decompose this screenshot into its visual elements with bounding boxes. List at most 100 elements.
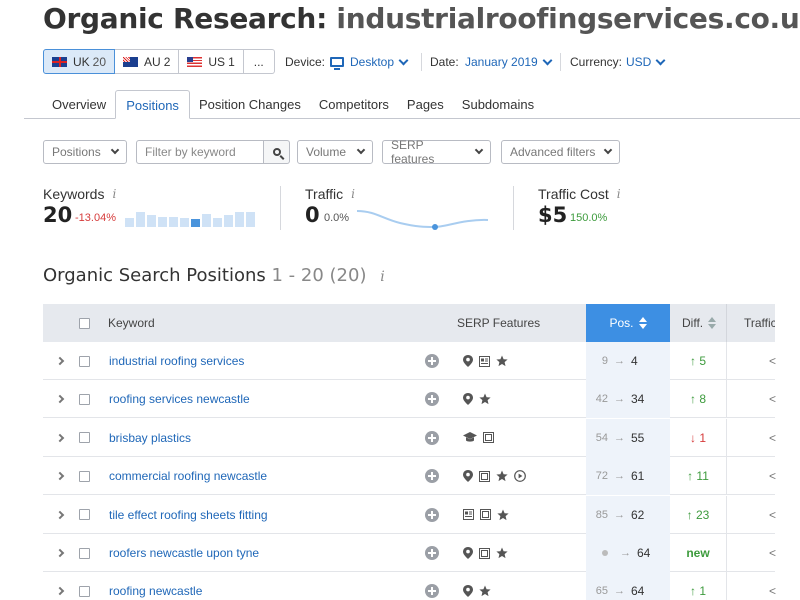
plus-circle-icon xyxy=(425,354,439,368)
plus-circle-icon xyxy=(425,392,439,407)
row-checkbox[interactable] xyxy=(79,432,90,444)
keyword-link[interactable]: tile effect roofing sheets fitting xyxy=(109,508,268,522)
col-keyword[interactable]: Keyword xyxy=(108,304,155,342)
db-us-button[interactable]: US 1 xyxy=(179,49,244,74)
keyword-link[interactable]: roofing newcastle xyxy=(109,584,202,598)
tab-positions[interactable]: Positions xyxy=(115,90,190,119)
star-icon xyxy=(479,393,491,405)
db-count: 1 xyxy=(228,54,235,69)
add-to-list-button[interactable] xyxy=(425,572,439,600)
col-diff[interactable]: Diff. xyxy=(682,304,717,342)
db-uk-button[interactable]: UK 20 xyxy=(43,49,116,74)
col-serp-features[interactable]: SERP Features xyxy=(457,304,540,342)
chevron-down-icon xyxy=(356,145,366,155)
add-to-list-button[interactable] xyxy=(425,380,439,418)
tab-subdomains[interactable]: Subdomains xyxy=(453,90,543,118)
chevron-right-icon xyxy=(55,356,65,366)
expand-row-button[interactable] xyxy=(55,419,65,457)
keyword-link[interactable]: brisbay plastics xyxy=(109,431,191,445)
section-title: Organic Search Positions xyxy=(43,265,266,286)
add-to-list-button[interactable] xyxy=(425,534,439,572)
arrow-right-icon: → xyxy=(614,431,625,444)
expand-row-button[interactable] xyxy=(55,534,65,572)
serp-features-filter[interactable]: SERP features xyxy=(382,138,491,166)
date-dropdown[interactable]: January 2019 xyxy=(465,55,553,69)
info-icon[interactable]: i xyxy=(112,187,116,201)
traffic-value-clipped: < xyxy=(769,354,777,368)
row-checkbox[interactable] xyxy=(79,470,90,482)
row-checkbox[interactable] xyxy=(79,355,90,367)
chevron-down-icon xyxy=(474,145,484,155)
info-icon[interactable]: i xyxy=(617,187,621,201)
divider xyxy=(513,186,514,230)
arrow-right-icon: → xyxy=(620,547,631,559)
info-icon[interactable]: i xyxy=(380,269,384,285)
row-checkbox[interactable] xyxy=(79,585,90,597)
db-count: 2 xyxy=(163,54,171,69)
keyword-link[interactable]: roofers newcastle upon tyne xyxy=(109,546,259,560)
add-to-list-button[interactable] xyxy=(425,457,439,495)
position-diff: ↑ 8 xyxy=(689,392,706,407)
serp-features-cell xyxy=(463,380,491,418)
row-checkbox[interactable] xyxy=(79,509,90,521)
add-to-list-button[interactable] xyxy=(425,419,439,457)
position-cell: 42 → 34 xyxy=(586,380,670,419)
col-traffic[interactable]: Traffic xyxy=(744,304,777,342)
row-checkbox[interactable] xyxy=(79,393,90,405)
volume-filter[interactable]: Volume xyxy=(297,140,373,164)
db-au-button[interactable]: AU 2 xyxy=(115,49,180,74)
expand-row-button[interactable] xyxy=(55,572,65,600)
section-range: 1 - 20 (20) xyxy=(271,265,367,286)
expand-row-button[interactable] xyxy=(55,380,65,418)
add-to-list-button[interactable] xyxy=(425,496,439,534)
row-checkbox-cell[interactable] xyxy=(79,380,90,418)
diff-cell: ↑ 8 xyxy=(670,380,726,418)
info-icon[interactable]: i xyxy=(351,187,355,201)
tab-pages[interactable]: Pages xyxy=(398,90,453,118)
col-diff-label: Diff. xyxy=(682,316,704,330)
expand-row-button[interactable] xyxy=(55,496,65,534)
trend-bar xyxy=(246,212,255,227)
diff-cell: ↑ 1 xyxy=(670,572,726,600)
currency-dropdown[interactable]: USD xyxy=(626,55,666,69)
date-label: Date: xyxy=(430,55,459,69)
add-to-list-button[interactable] xyxy=(425,342,439,380)
row-checkbox-cell[interactable] xyxy=(79,534,90,572)
row-checkbox-cell[interactable] xyxy=(79,496,90,534)
trend-bar xyxy=(147,215,156,227)
traffic-value-clipped: < xyxy=(769,430,777,445)
row-checkbox-cell[interactable] xyxy=(79,457,90,495)
row-checkbox-cell[interactable] xyxy=(79,342,90,380)
position-diff: new xyxy=(686,546,710,560)
tab-competitors[interactable]: Competitors xyxy=(310,90,398,118)
more-databases-button[interactable]: ... xyxy=(243,49,275,74)
expand-row-button[interactable] xyxy=(55,342,65,380)
device-dropdown[interactable]: Desktop xyxy=(330,55,409,70)
tab-position-changes[interactable]: Position Changes xyxy=(190,90,310,118)
expand-row-button[interactable] xyxy=(55,457,65,495)
positions-filter[interactable]: Positions xyxy=(43,140,127,164)
plus-circle-icon xyxy=(425,546,439,560)
keyword-link[interactable]: industrial roofing services xyxy=(109,354,244,368)
search-button[interactable] xyxy=(264,140,290,164)
checkbox[interactable] xyxy=(79,317,90,329)
keyword-link[interactable]: commercial roofing newcastle xyxy=(109,469,267,483)
tab-overview[interactable]: Overview xyxy=(43,90,115,118)
row-checkbox-cell[interactable] xyxy=(79,419,90,457)
diff-cell: new xyxy=(670,534,726,572)
db-code: US xyxy=(208,54,226,69)
advanced-filters[interactable]: Advanced filters xyxy=(501,140,620,164)
chevron-right-icon xyxy=(55,548,65,558)
keyword-filter-input[interactable] xyxy=(136,140,264,164)
traffic-cost-summary-label: Traffic Cost i xyxy=(538,186,621,202)
previous-position: 72 xyxy=(595,470,608,483)
db-code: AU xyxy=(144,54,161,69)
previous-position: 9 xyxy=(601,355,608,367)
col-pos[interactable]: Pos. xyxy=(586,304,670,342)
keyword-link[interactable]: roofing services newcastle xyxy=(109,392,250,406)
row-checkbox[interactable] xyxy=(79,547,90,559)
chevron-right-icon xyxy=(55,395,65,404)
trend-bar xyxy=(158,217,167,227)
select-all-checkbox[interactable] xyxy=(79,304,90,342)
row-checkbox-cell[interactable] xyxy=(79,572,90,600)
